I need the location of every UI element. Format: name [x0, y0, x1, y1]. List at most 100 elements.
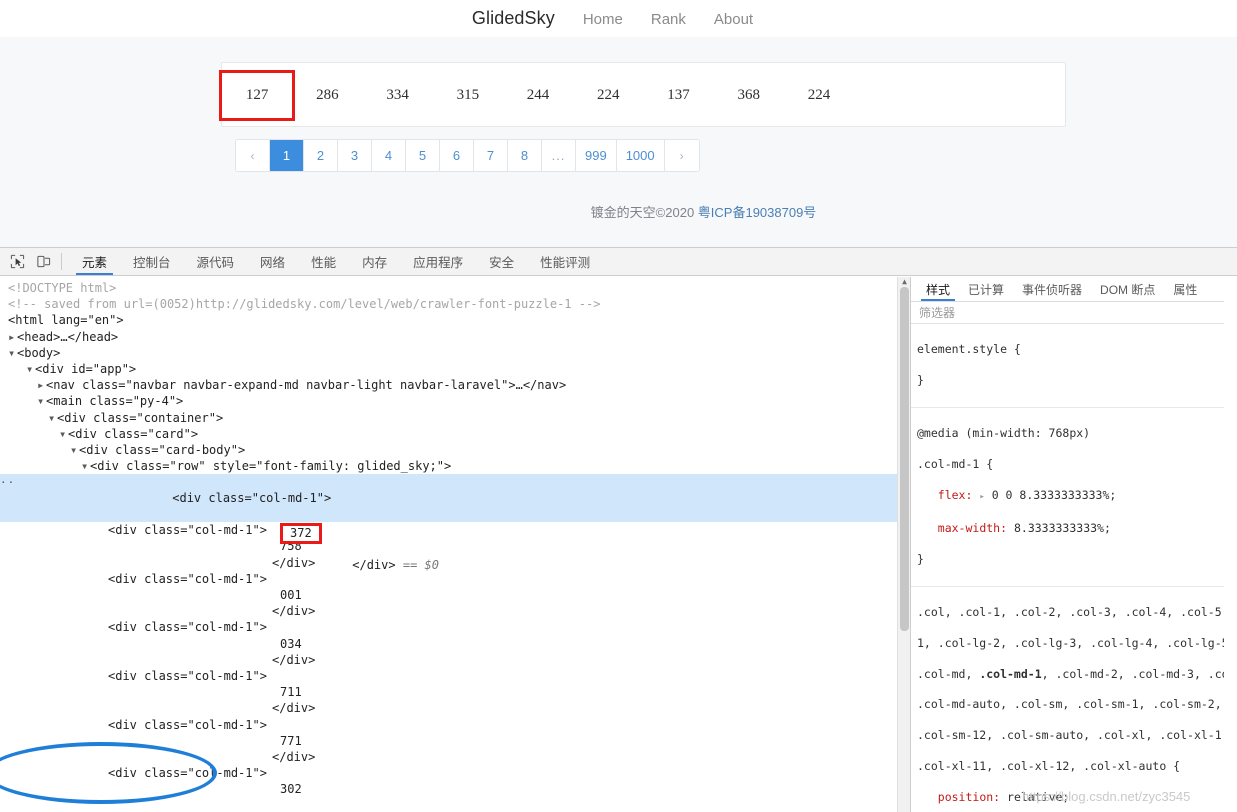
- devtools-tab-application[interactable]: 应用程序: [400, 248, 476, 275]
- devtools-tab-elements[interactable]: 元素: [69, 248, 120, 275]
- pagination-page-2[interactable]: 2: [304, 140, 338, 171]
- collapse-triangle-icon[interactable]: ▾: [81, 458, 90, 474]
- nav-link-about[interactable]: About: [714, 11, 753, 28]
- rule-element-style[interactable]: element.style { }: [911, 324, 1224, 408]
- pagination-page-6[interactable]: 6: [440, 140, 474, 171]
- dom-line-col-value: 302: [0, 781, 910, 797]
- browser-page-viewport: GlidedSky Home Rank About 127 286 334 31…: [0, 0, 1237, 247]
- css-value-flex[interactable]: 0 0 8.3333333333%;: [992, 488, 1117, 502]
- devtools-tab-sources[interactable]: 源代码: [184, 248, 248, 275]
- rule-selector-matched: .col-md-1: [979, 667, 1041, 681]
- rule-selector-line-2: 1, .col-lg-2, .col-lg-3, .col-lg-4, .col…: [917, 636, 1224, 650]
- dom-line-main[interactable]: ▾<main class="py-4">: [0, 393, 910, 409]
- dom-line-card[interactable]: ▾<div class="card">: [0, 426, 910, 442]
- footer-icp-link[interactable]: 粤ICP备19038709号: [698, 205, 817, 220]
- css-value-max-width[interactable]: 8.3333333333%;: [1014, 521, 1111, 535]
- pagination-wrapper: ‹ 1 2 3 4 5 6 7 8 ... 999 1000 ›: [221, 139, 1066, 172]
- expand-triangle-icon[interactable]: ▸: [37, 377, 46, 393]
- dom-container-open: <div class="container">: [57, 411, 223, 425]
- site-brand[interactable]: GlidedSky: [472, 8, 555, 29]
- pagination-page-8[interactable]: 8: [508, 140, 542, 171]
- dom-line-col-value: 711: [0, 684, 910, 700]
- dom-line-body[interactable]: ▾<body>: [0, 345, 910, 361]
- css-property-position[interactable]: position:: [938, 790, 1000, 804]
- nav-link-rank[interactable]: Rank: [651, 11, 686, 28]
- pagination-page-1000[interactable]: 1000: [617, 140, 665, 171]
- dom-col-close: </div>: [272, 701, 315, 715]
- pagination-prev[interactable]: ‹: [236, 140, 270, 171]
- pagination-page-4[interactable]: 4: [372, 140, 406, 171]
- elements-scrollbar[interactable]: ▲: [897, 277, 910, 812]
- rule-bootstrap-columns[interactable]: .col, .col-1, .col-2, .col-3, .col-4, .c…: [911, 587, 1224, 812]
- dom-line-col-value: 771: [0, 733, 910, 749]
- styles-rules-list: element.style { } @media (min-width: 768…: [911, 324, 1224, 812]
- devtools-tab-security[interactable]: 安全: [476, 248, 527, 275]
- nav-link-home[interactable]: Home: [583, 11, 623, 28]
- pagination-page-999[interactable]: 999: [576, 140, 617, 171]
- number-cell: 244: [503, 81, 573, 110]
- css-property-flex[interactable]: flex:: [938, 488, 973, 502]
- dom-line-head[interactable]: ▸<head>…</head>: [0, 329, 910, 345]
- dom-selected-node[interactable]: ·· <div class="col-md-1"> 372 </div> == …: [0, 474, 910, 522]
- styles-sidebar: 样式 已计算 事件侦听器 DOM 断点 属性 筛选器 element.style…: [911, 277, 1224, 812]
- collapse-triangle-icon[interactable]: ▾: [26, 361, 35, 377]
- collapse-triangle-icon[interactable]: ▾: [48, 410, 57, 426]
- collapse-triangle-icon[interactable]: ▾: [8, 345, 17, 361]
- pagination-page-3[interactable]: 3: [338, 140, 372, 171]
- page-body: 127 286 334 315 244 224 137 368 224 ‹ 1: [0, 37, 1237, 247]
- devtools-tab-network[interactable]: 网络: [247, 248, 298, 275]
- dom-line-col-open[interactable]: <div class="col-md-1">: [0, 717, 910, 733]
- dom-overflow-badge[interactable]: ··: [0, 475, 15, 491]
- styles-tab-dom-breakpoints[interactable]: DOM 断点: [1091, 277, 1164, 301]
- styles-filter-input[interactable]: 筛选器: [911, 302, 1224, 324]
- dom-head-collapsed: <head>…</head>: [17, 330, 118, 344]
- pagination-ellipsis: ...: [542, 140, 576, 171]
- dom-nav-collapsed: <nav class="navbar navbar-expand-md navb…: [46, 378, 566, 392]
- elements-scrollbar-thumb[interactable]: [900, 287, 909, 631]
- number-cell: 137: [643, 81, 713, 110]
- devtools-tab-console[interactable]: 控制台: [120, 248, 184, 275]
- collapse-triangle-icon[interactable]: ▾: [70, 442, 79, 458]
- expand-triangle-icon[interactable]: ▸: [8, 329, 17, 345]
- dom-line-app[interactable]: ▾<div id="app">: [0, 361, 910, 377]
- css-property-max-width[interactable]: max-width:: [938, 521, 1007, 535]
- dom-line-col-open[interactable]: <div class="col-md-1">: [0, 765, 910, 781]
- flex-expand-triangle-icon[interactable]: ▸: [979, 490, 984, 505]
- device-toolbar-icon[interactable]: [30, 248, 56, 275]
- dom-doctype-text: <!DOCTYPE html>: [8, 281, 116, 295]
- dom-body-open: <body>: [17, 346, 60, 360]
- styles-tab-styles[interactable]: 样式: [917, 277, 959, 301]
- number-cell: 286: [292, 81, 362, 110]
- dom-line-col-open[interactable]: <div class="col-md-1">: [0, 619, 910, 635]
- collapse-triangle-icon[interactable]: ▾: [59, 426, 68, 442]
- devtools-toolbar: 元素 控制台 源代码 网络 性能 内存 应用程序 安全 性能评测: [0, 248, 1237, 276]
- rule-col-md-1-media[interactable]: @media (min-width: 768px) .col-md-1 { fl…: [911, 408, 1224, 586]
- dom-line-col-open[interactable]: <div class="col-md-1">: [0, 668, 910, 684]
- pagination-page-7[interactable]: 7: [474, 140, 508, 171]
- dom-line-row[interactable]: ▾<div class="row" style="font-family: gl…: [0, 458, 910, 474]
- pagination-page-1[interactable]: 1: [270, 140, 304, 171]
- pagination-page-5[interactable]: 5: [406, 140, 440, 171]
- dom-selected-value-redbox: 372: [280, 523, 322, 544]
- styles-tab-properties[interactable]: 属性: [1164, 277, 1206, 301]
- collapse-triangle-icon[interactable]: ▾: [37, 393, 46, 409]
- devtools-tab-lighthouse[interactable]: 性能评测: [527, 248, 603, 275]
- numbers-row: 127 286 334 315 244 224 137 368 224: [222, 81, 1065, 110]
- site-navbar: GlidedSky Home Rank About: [0, 0, 1237, 37]
- pagination-next[interactable]: ›: [665, 140, 699, 171]
- dom-line-nav[interactable]: ▸<nav class="navbar navbar-expand-md nav…: [0, 377, 910, 393]
- dom-line-container[interactable]: ▾<div class="container">: [0, 410, 910, 426]
- dom-selected-value: 372: [290, 526, 312, 540]
- rule-selector: .col-md-1 {: [917, 457, 993, 471]
- dom-col-close: </div>: [272, 750, 315, 764]
- dom-line-cardbody[interactable]: ▾<div class="card-body">: [0, 442, 910, 458]
- numbers-card: 127 286 334 315 244 224 137 368 224: [221, 62, 1066, 127]
- rule-selector-line-6: .col-xl-11, .col-xl-12, .col-xl-auto {: [917, 759, 1180, 773]
- inspect-cursor-icon[interactable]: [4, 248, 30, 275]
- styles-tab-event-listeners[interactable]: 事件侦听器: [1013, 277, 1091, 301]
- devtools-tab-memory[interactable]: 内存: [349, 248, 400, 275]
- dom-col-open: <div class="col-md-1">: [172, 491, 331, 505]
- elements-tree[interactable]: <!DOCTYPE html> <!-- saved from url=(005…: [0, 277, 910, 812]
- styles-tab-computed[interactable]: 已计算: [959, 277, 1013, 301]
- devtools-tab-performance[interactable]: 性能: [298, 248, 349, 275]
